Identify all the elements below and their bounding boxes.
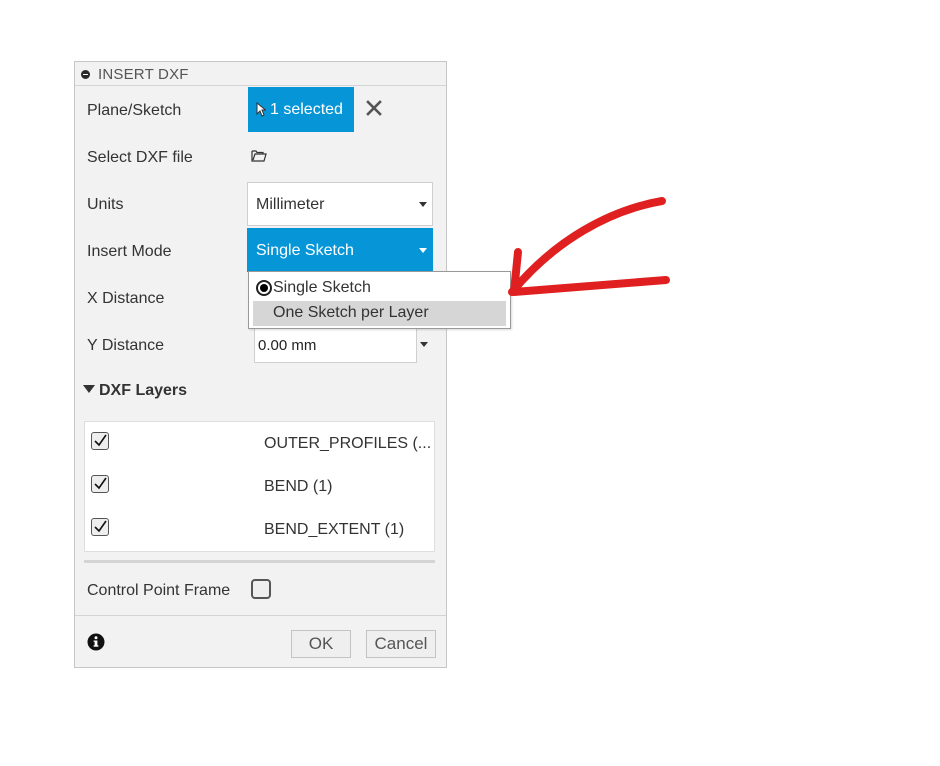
y-distance-label: Y Distance	[87, 337, 165, 354]
control-point-frame-checkbox[interactable]	[251, 579, 271, 599]
insert-mode-label: Insert Mode	[87, 243, 172, 260]
insert-mode-menu: Single Sketch One Sketch per Layer	[248, 271, 511, 329]
divider	[75, 615, 446, 616]
selection-count: 1 selected	[270, 101, 343, 118]
chevron-down-icon[interactable]	[420, 342, 428, 347]
layer-row: BEND (1)	[85, 465, 434, 508]
layer-row: OUTER_PROFILES (...	[85, 422, 434, 465]
checkbox-icon[interactable]	[91, 432, 109, 450]
dialog-title-bar: INSERT DXF	[75, 62, 446, 86]
layer-name: BEND_EXTENT (1)	[264, 521, 405, 538]
menu-item-one-sketch-per-layer[interactable]: One Sketch per Layer	[253, 301, 506, 326]
select-dxf-file-label: Select DXF file	[87, 149, 193, 166]
layer-name: BEND (1)	[264, 478, 333, 495]
folder-open-icon[interactable]	[251, 149, 267, 162]
divider	[84, 560, 435, 563]
plane-sketch-label: Plane/Sketch	[87, 102, 182, 119]
chevron-down-icon	[419, 248, 427, 253]
cancel-button[interactable]: Cancel	[366, 630, 436, 658]
units-value: Millimeter	[256, 196, 325, 213]
layer-row: BEND_EXTENT (1)	[85, 508, 434, 551]
chevron-down-icon	[419, 202, 427, 207]
menu-item-single-sketch[interactable]: Single Sketch	[253, 276, 506, 301]
dxf-layers-title: DXF Layers	[99, 382, 188, 399]
cursor-icon	[256, 102, 266, 117]
units-label: Units	[87, 196, 124, 213]
y-distance-value: 0.00 mm	[258, 337, 317, 354]
menu-item-label: One Sketch per Layer	[273, 304, 429, 321]
insert-mode-dropdown[interactable]: Single Sketch	[247, 228, 433, 272]
menu-item-label: Single Sketch	[273, 279, 371, 296]
ok-button[interactable]: OK	[291, 630, 351, 658]
dxf-layers-header[interactable]: DXF Layers	[83, 382, 187, 400]
y-distance-input[interactable]: 0.00 mm	[254, 328, 417, 363]
close-icon[interactable]	[364, 98, 384, 118]
info-icon[interactable]	[87, 633, 105, 651]
collapse-triangle-icon	[83, 385, 95, 394]
plane-sketch-selection-button[interactable]: 1 selected	[248, 87, 354, 132]
collapse-icon[interactable]	[81, 70, 90, 79]
units-dropdown[interactable]: Millimeter	[247, 182, 433, 226]
radio-icon	[256, 280, 272, 296]
control-point-frame-label: Control Point Frame	[87, 582, 231, 599]
checkbox-icon[interactable]	[91, 475, 109, 493]
layer-name: OUTER_PROFILES (...	[264, 435, 432, 452]
insert-dxf-dialog: INSERT DXF Plane/Sketch 1 selected Selec…	[74, 61, 447, 668]
insert-mode-value: Single Sketch	[256, 242, 354, 259]
dialog-title: INSERT DXF	[98, 66, 189, 83]
dxf-layers-list: OUTER_PROFILES (... BEND (1) BEND_EXTENT…	[84, 421, 435, 552]
checkbox-icon[interactable]	[91, 518, 109, 536]
x-distance-label: X Distance	[87, 290, 165, 307]
